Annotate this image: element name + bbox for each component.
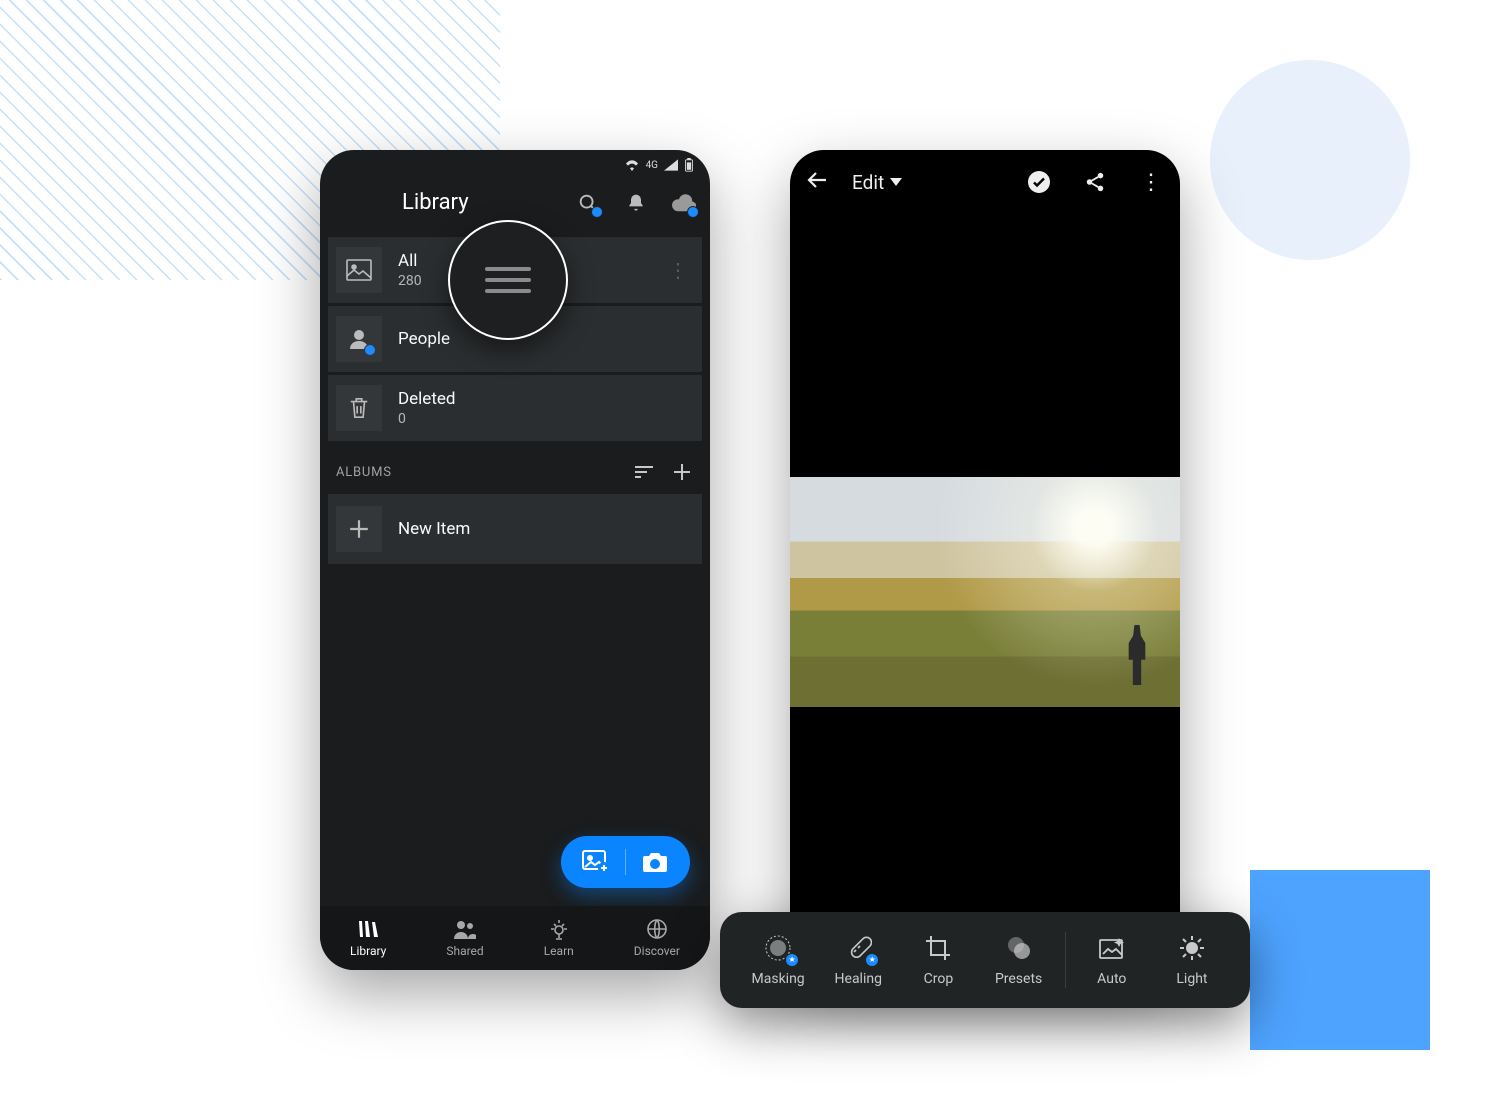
auto-icon bbox=[1097, 933, 1127, 963]
nav-shared[interactable]: Shared bbox=[446, 918, 483, 958]
nav-label: Library bbox=[350, 944, 386, 958]
tool-label: Presets bbox=[995, 971, 1042, 987]
nav-label: Shared bbox=[446, 944, 483, 958]
hamburger-icon bbox=[485, 260, 531, 300]
add-image-button[interactable] bbox=[567, 836, 625, 888]
bell-icon[interactable] bbox=[624, 191, 648, 215]
search-icon[interactable] bbox=[576, 191, 600, 215]
albums-section-header: ALBUMS bbox=[320, 444, 710, 494]
trash-icon bbox=[336, 385, 382, 431]
shared-icon bbox=[453, 918, 477, 940]
discover-icon bbox=[645, 918, 669, 940]
photo-viewport[interactable] bbox=[790, 214, 1180, 970]
page-title: Library bbox=[402, 190, 564, 215]
masking-icon bbox=[763, 933, 793, 963]
nav-library[interactable]: Library bbox=[350, 918, 386, 958]
learn-icon bbox=[547, 918, 571, 940]
photo-subject bbox=[1124, 625, 1150, 685]
tool-auto[interactable]: Auto bbox=[1072, 933, 1152, 987]
premium-badge bbox=[865, 953, 879, 967]
tool-presets[interactable]: Presets bbox=[979, 933, 1059, 987]
edited-photo bbox=[790, 477, 1180, 707]
edit-title-text: Edit bbox=[852, 171, 884, 194]
sort-icon[interactable] bbox=[632, 460, 656, 484]
library-icon bbox=[356, 918, 380, 940]
library-item-label: People bbox=[398, 329, 694, 349]
share-icon[interactable] bbox=[1082, 169, 1108, 195]
library-item-deleted[interactable]: Deleted 0 bbox=[328, 375, 702, 441]
battery-icon bbox=[684, 158, 694, 172]
people-icon bbox=[336, 316, 382, 362]
nav-label: Learn bbox=[544, 944, 574, 958]
wifi-icon bbox=[624, 159, 640, 171]
library-item-count: 0 bbox=[398, 411, 694, 427]
image-icon bbox=[336, 247, 382, 293]
tool-label: Auto bbox=[1097, 971, 1126, 987]
tool-label: Masking bbox=[752, 971, 805, 987]
network-label: 4G bbox=[646, 160, 658, 171]
tool-crop[interactable]: Crop bbox=[898, 933, 978, 987]
light-icon bbox=[1177, 933, 1207, 963]
status-bar: 4G bbox=[320, 150, 710, 176]
new-item-label: New Item bbox=[398, 519, 470, 539]
more-vertical-icon[interactable]: ⋮ bbox=[662, 258, 694, 282]
premium-badge bbox=[785, 953, 799, 967]
add-photo-fab bbox=[561, 836, 690, 888]
presets-icon bbox=[1004, 933, 1034, 963]
edit-header: Edit ⋮ bbox=[790, 150, 1180, 214]
library-item-label: Deleted bbox=[398, 389, 694, 409]
edit-phone: Edit ⋮ bbox=[790, 150, 1180, 970]
back-button[interactable] bbox=[806, 168, 832, 196]
toolbar-divider bbox=[1065, 932, 1066, 988]
tool-masking[interactable]: Masking bbox=[738, 933, 818, 987]
edit-toolbar: Masking Healing Crop Presets bbox=[720, 912, 1250, 1008]
tool-label: Light bbox=[1176, 971, 1207, 987]
nav-discover[interactable]: Discover bbox=[634, 918, 680, 958]
new-album-item[interactable]: New Item bbox=[328, 494, 702, 564]
edit-title-dropdown[interactable]: Edit bbox=[852, 171, 902, 194]
tool-healing[interactable]: Healing bbox=[818, 933, 898, 987]
hamburger-menu-callout[interactable] bbox=[448, 220, 568, 340]
nav-learn[interactable]: Learn bbox=[544, 918, 574, 958]
add-album-icon[interactable] bbox=[670, 460, 694, 484]
albums-label: ALBUMS bbox=[336, 465, 392, 480]
confirm-icon[interactable] bbox=[1026, 169, 1052, 195]
tool-label: Crop bbox=[924, 971, 954, 987]
tool-light[interactable]: Light bbox=[1152, 933, 1232, 987]
signal-icon bbox=[664, 159, 678, 171]
crop-icon bbox=[923, 933, 953, 963]
camera-button[interactable] bbox=[626, 836, 684, 888]
bottom-nav: Library Shared Learn Discover bbox=[320, 906, 710, 970]
cloud-icon[interactable] bbox=[672, 191, 696, 215]
plus-icon bbox=[336, 506, 382, 552]
healing-icon bbox=[843, 933, 873, 963]
tool-label: Healing bbox=[835, 971, 882, 987]
more-vertical-icon[interactable]: ⋮ bbox=[1138, 169, 1164, 195]
nav-label: Discover bbox=[634, 944, 680, 958]
library-phone: 4G Library bbox=[320, 150, 710, 970]
